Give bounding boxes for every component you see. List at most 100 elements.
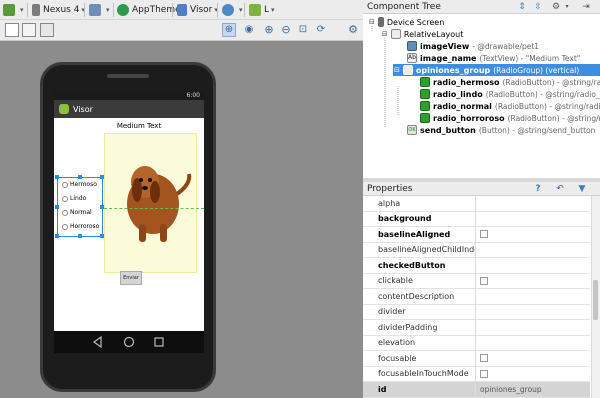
property-checkbox[interactable] <box>480 354 488 363</box>
radio-circle-icon <box>62 181 68 188</box>
tree-item-relativelayout[interactable]: ⊟ RelativeLayout <box>382 28 466 40</box>
layout-split-icon[interactable] <box>22 23 36 37</box>
image-view[interactable] <box>104 133 197 273</box>
property-checkbox[interactable] <box>480 276 488 285</box>
layout-editor-toolbar-2: ⊕ ◉ ⊕ ⊖ ⊡ ⟳ ⚙ <box>0 20 363 41</box>
design-canvas[interactable]: 6:00 Visor Medium Text Hermoso Lindo Nor… <box>0 41 363 398</box>
scrollbar-thumb[interactable] <box>593 280 598 320</box>
api-level-label: L <box>264 5 270 15</box>
api-level-dropdown[interactable]: L ▾ <box>249 2 275 18</box>
gear-icon[interactable]: ⚙ <box>551 2 561 12</box>
tree-item-radio-horroroso[interactable]: radio_horroroso (RadioButton) - @string/… <box>420 112 600 124</box>
chevron-down-icon[interactable]: ▾ <box>562 2 572 12</box>
collapse-icon[interactable]: ⊟ <box>369 18 375 26</box>
radio-button-icon <box>420 101 430 111</box>
settings-gear-icon[interactable]: ⚙ <box>346 23 360 37</box>
resize-handle[interactable] <box>55 175 59 179</box>
properties-table: alpha background baselineAligned baselineAl… <box>363 196 600 398</box>
radio-hermoso[interactable]: Hermoso <box>62 181 97 188</box>
property-row-checkedbutton[interactable]: checkedButton <box>363 257 590 274</box>
device-dropdown[interactable]: Nexus 4 ▾ <box>32 2 85 18</box>
column-divider <box>475 211 476 227</box>
tree-item-image-name[interactable]: Ab image_name (TextView) - "Medium Text" <box>407 52 580 64</box>
tree-item-send-button[interactable]: OK send_button (Button) - @string/send_b… <box>407 124 595 136</box>
property-row-contentdescription[interactable]: contentDescription <box>363 288 590 305</box>
expand-all-icon[interactable]: ⇕ <box>517 2 527 12</box>
resize-handle[interactable] <box>55 205 59 209</box>
opiniones-radio-group[interactable]: Hermoso Lindo Normal Horroroso <box>55 175 104 238</box>
property-name: contentDescription <box>378 291 455 301</box>
radio-normal[interactable]: Normal <box>62 209 92 216</box>
collapse-icon[interactable]: ⊟ <box>394 66 400 74</box>
column-divider <box>475 196 476 211</box>
property-name: checkedButton <box>378 260 446 270</box>
theme-label: AppTheme <box>132 5 181 15</box>
undo-icon[interactable]: ↶ <box>555 184 565 194</box>
hide-panel-icon[interactable]: ⇥ <box>581 2 591 12</box>
radio-circle-icon <box>62 209 68 216</box>
status-time: 6:00 <box>186 92 200 99</box>
tree-item-opiniones-group[interactable]: ⊟ opiniones_group (RadioGroup) (vertical… <box>393 64 600 76</box>
zoom-actual-icon[interactable]: ◉ <box>242 23 256 37</box>
back-icon[interactable] <box>92 335 102 349</box>
resize-handle[interactable] <box>78 175 82 179</box>
property-row-baselinealigned[interactable]: baselineAligned <box>363 226 590 243</box>
zoom-out-icon[interactable]: ⊖ <box>279 23 293 37</box>
property-name: divider <box>378 307 406 317</box>
property-name: focusableInTouchMode <box>378 369 469 379</box>
property-row-alpha[interactable]: alpha <box>363 196 590 212</box>
property-row-clickable[interactable]: clickable <box>363 273 590 289</box>
radio-circle-icon <box>62 223 68 230</box>
resize-handle[interactable] <box>55 234 59 238</box>
tree-item-radio-hermoso[interactable]: radio_hermoso (RadioButton) - @string/ra… <box>420 76 600 88</box>
help-icon[interactable]: ? <box>533 184 543 194</box>
property-row-elevation[interactable]: elevation <box>363 335 590 351</box>
activity-dropdown[interactable]: Visor ▾ <box>177 2 218 18</box>
zoom-in-icon[interactable]: ⊕ <box>262 23 276 37</box>
home-icon[interactable] <box>123 336 135 348</box>
property-row-focusable[interactable]: focusable <box>363 350 590 367</box>
device-screen[interactable]: 6:00 Visor Medium Text Hermoso Lindo Nor… <box>54 91 204 353</box>
image-name-text[interactable]: Medium Text <box>104 122 174 130</box>
layout-editor-toolbar: ▾ Nexus 4 ▾ ▾ AppTheme Visor ▾ ▾ L ▾ <box>0 0 363 20</box>
filter-icon[interactable]: ▼ <box>577 184 587 194</box>
zoom-fit-screen-icon[interactable]: ⊡ <box>296 23 310 37</box>
property-value[interactable]: opiniones_group <box>476 385 542 394</box>
refresh-icon[interactable]: ⟳ <box>314 23 328 37</box>
zoom-fit-icon[interactable]: ⊕ <box>222 23 236 37</box>
property-row-dividerpadding[interactable]: dividerPadding <box>363 319 590 336</box>
theme-icon <box>117 4 129 16</box>
collapse-all-icon[interactable]: ⇳ <box>533 2 543 12</box>
recents-icon[interactable] <box>154 337 164 347</box>
property-row-background[interactable]: background <box>363 211 590 227</box>
layout-options-icon[interactable] <box>40 23 54 37</box>
property-row-divider[interactable]: divider <box>363 304 590 320</box>
resize-handle[interactable] <box>100 175 104 179</box>
tree-item-radio-lindo[interactable]: radio_lindo (RadioButton) - @string/radi… <box>420 88 600 100</box>
property-name: baselineAlignedChildIndex <box>378 245 475 255</box>
locale-dropdown[interactable]: ▾ <box>222 2 243 18</box>
send-button[interactable]: Enviar <box>120 271 142 285</box>
properties-title: Properties <box>367 183 413 194</box>
property-row-id[interactable]: id opiniones_group <box>363 381 590 398</box>
layout-preview-icon[interactable] <box>5 23 19 37</box>
property-checkbox[interactable] <box>480 230 488 239</box>
component-tree-header: Component Tree ⇕ ⇳ ⚙ ▾ ⇥ <box>363 0 600 14</box>
tree-item-imageview[interactable]: imageView - @drawable/pet1 <box>407 40 539 52</box>
tree-item-device-screen[interactable]: ⊟ Device Screen <box>369 16 447 28</box>
property-row-focusableintouchmode[interactable]: focusableInTouchMode <box>363 366 590 382</box>
radio-lindo[interactable]: Lindo <box>62 195 86 202</box>
column-divider <box>475 288 476 304</box>
resize-handle[interactable] <box>100 234 104 238</box>
property-row-baselinealignedchildindex[interactable]: baselineAlignedChildIndex <box>363 242 590 258</box>
property-checkbox[interactable] <box>480 369 488 378</box>
activity-label: Visor <box>190 5 213 15</box>
collapse-icon[interactable]: ⊟ <box>382 30 388 38</box>
new-file-dropdown[interactable]: ▾ <box>3 2 24 18</box>
radio-horroroso[interactable]: Horroroso <box>62 223 99 230</box>
chevron-down-icon: ▾ <box>106 6 110 14</box>
orientation-dropdown[interactable]: ▾ <box>89 2 110 18</box>
property-name: id <box>378 384 387 394</box>
tree-item-radio-normal[interactable]: radio_normal (RadioButton) - @string/rad… <box>420 100 600 112</box>
resize-handle[interactable] <box>78 234 82 238</box>
